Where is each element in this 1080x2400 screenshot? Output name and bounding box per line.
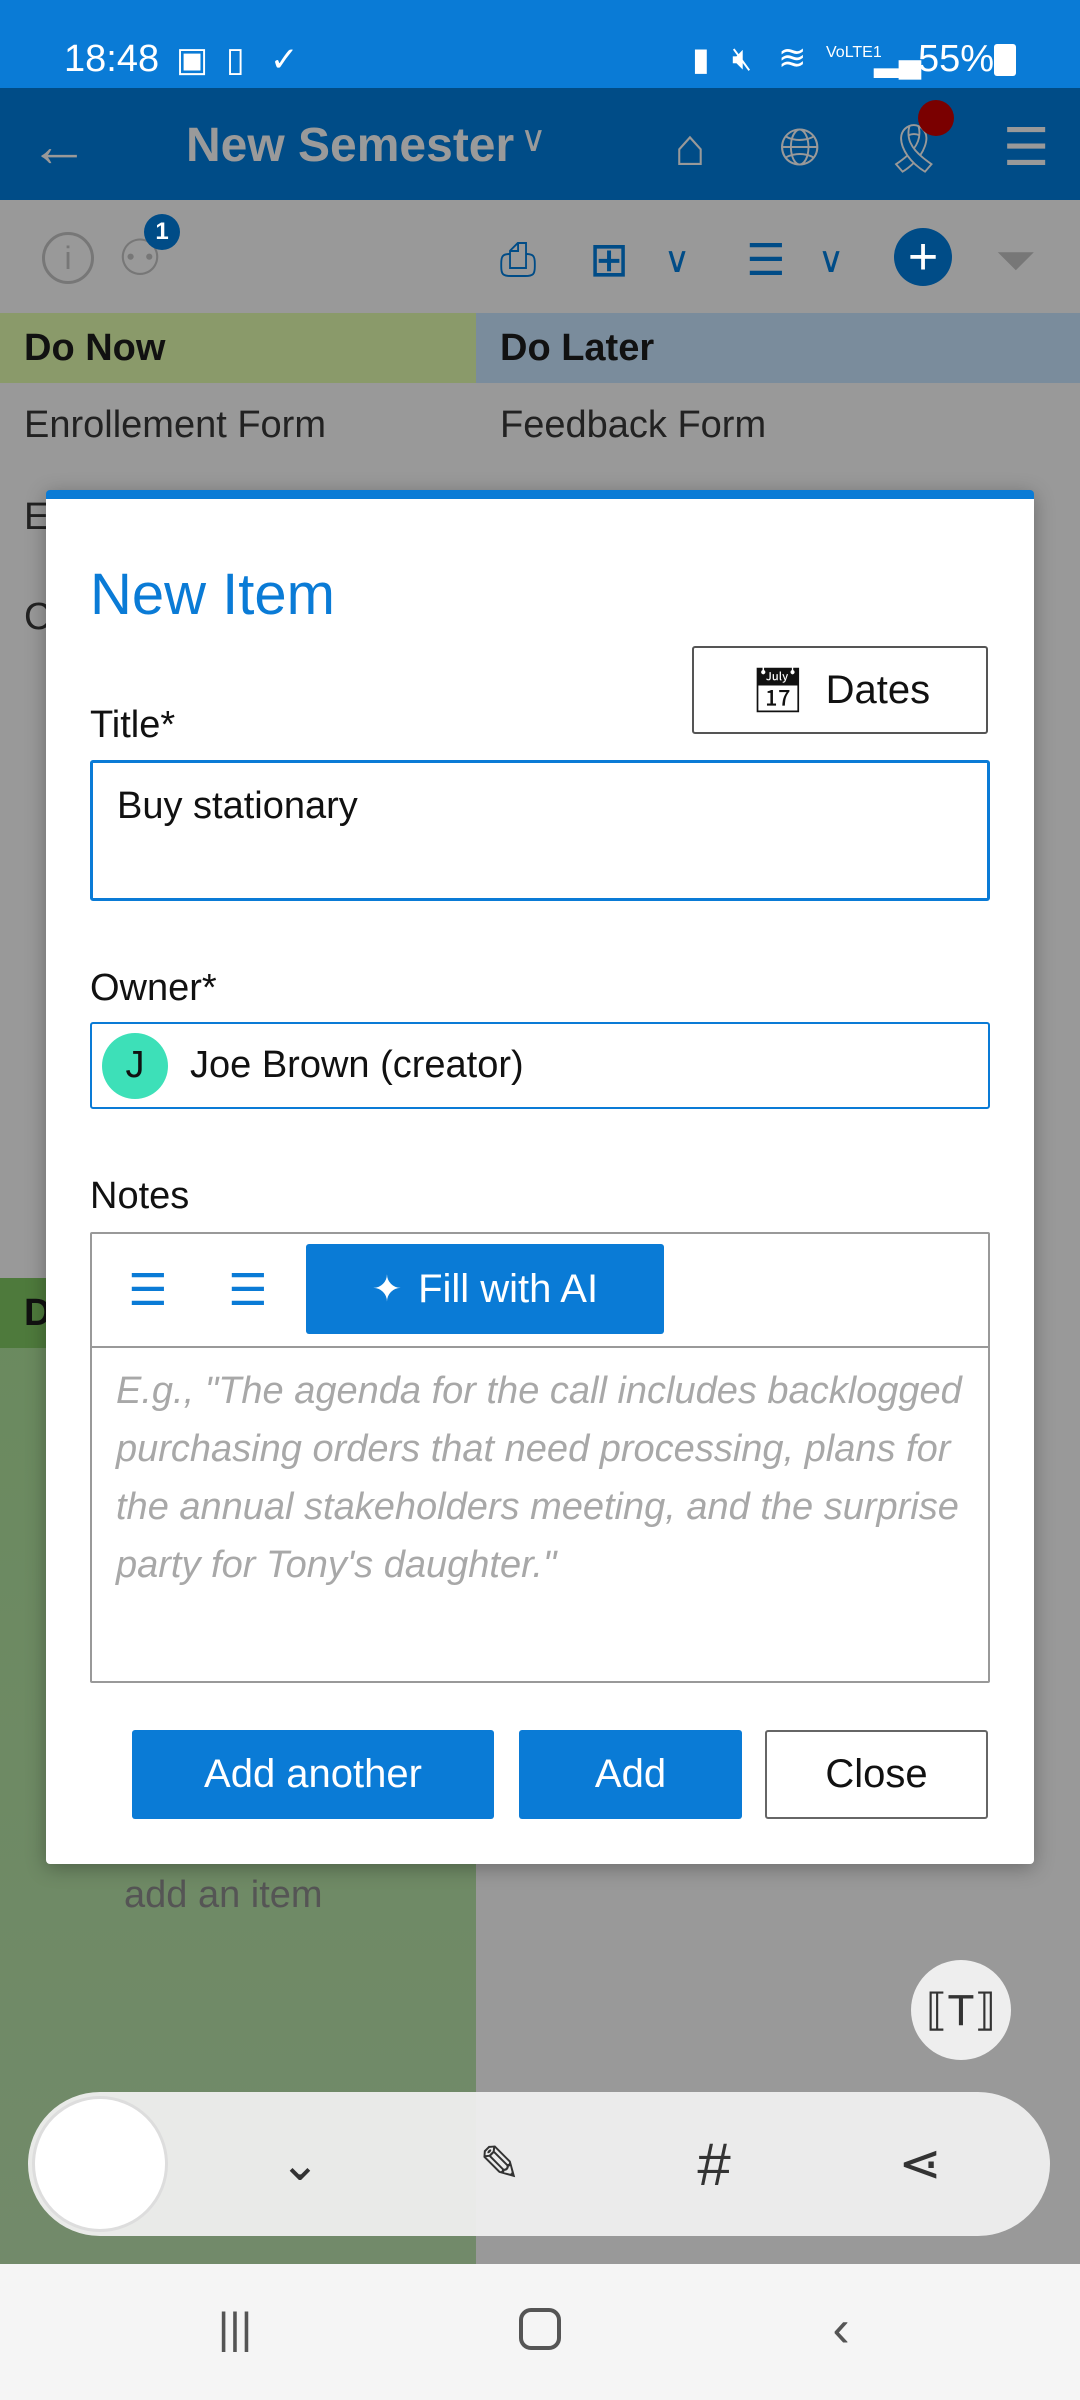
recent-apps-icon[interactable]: ||| — [200, 2294, 270, 2364]
menu-icon[interactable]: ☰ — [996, 118, 1056, 178]
back-icon[interactable]: ‹ — [806, 2294, 876, 2364]
text-extract-icon[interactable]: ⟦T⟧ — [911, 1960, 1011, 2060]
column-header: Do Now — [0, 313, 476, 383]
chevron-down-icon[interactable]: ∨ — [806, 230, 856, 290]
avatar: J — [102, 1032, 168, 1099]
battery-percent: 55% — [918, 38, 995, 80]
new-item-dialog: New Item 📅︎ Dates Title* Buy stationary … — [46, 490, 1034, 1864]
notes-editor: ☰ ☰ ✦ Fill with AI E.g., "The agenda for… — [90, 1232, 990, 1683]
home-icon[interactable]: ⌂ — [660, 118, 720, 178]
chevron-down-icon: ∨ — [520, 118, 547, 159]
user-count-badge: 1 — [144, 214, 180, 250]
back-arrow-icon[interactable]: ← — [24, 110, 94, 180]
owner-label: Owner* — [90, 967, 217, 1009]
notes-label: Notes — [90, 1175, 190, 1217]
globe-user-icon[interactable]: 🌐︎ — [770, 118, 830, 178]
print-icon[interactable]: ⎙ — [488, 230, 548, 290]
title-label: Title* — [90, 704, 176, 746]
notification-dot — [918, 100, 954, 136]
phone-lock-icon: ▯ — [226, 41, 245, 79]
project-selector[interactable]: New Semester ∨ — [186, 118, 547, 173]
notes-toolbar: ☰ ☰ ✦ Fill with AI — [92, 1234, 988, 1348]
screenshot-toolbar: ⌄ ✎ # ⋖ — [28, 2092, 1050, 2236]
dates-button[interactable]: 📅︎ Dates — [692, 646, 988, 734]
wifi-icon: ≋ — [778, 39, 807, 77]
filter-icon[interactable]: ⏷ — [986, 230, 1046, 290]
battery-saver-icon: ▮ — [692, 41, 710, 77]
grid-view-icon[interactable]: ⊞ — [584, 230, 634, 290]
hashtag-icon[interactable]: # — [678, 2128, 750, 2200]
project-title: New Semester — [186, 119, 515, 172]
add-button[interactable]: Add — [519, 1730, 742, 1819]
status-time: 18:48 — [64, 38, 160, 80]
signal-icon: ▂▄ — [874, 41, 922, 77]
notes-input[interactable]: E.g., "The agenda for the call includes … — [116, 1362, 966, 1594]
gallery-icon: ▣ — [176, 41, 209, 79]
column-header: Do Later — [476, 313, 1080, 383]
status-bar: 18:48 ▣ ▯ ✓ ▮ 🔇︎ ≋ VoLTE1 ▂▄ 55% — [0, 0, 1080, 88]
owner-value: Joe Brown (creator) — [190, 1044, 524, 1086]
dates-label: Dates — [825, 667, 931, 712]
list-item[interactable]: Enrollement Form — [0, 383, 476, 467]
fill-with-ai-label: Fill with AI — [418, 1266, 599, 1311]
checklist-icon[interactable]: ☰ — [218, 1260, 278, 1320]
calendar-icon: 📅︎ — [749, 666, 806, 715]
board-toolbar: i ⚇ 1 ⎙ ⊞ ∨ ☰ ∨ + ⏷ — [0, 200, 1080, 313]
bullet-list-icon[interactable]: ☰ — [118, 1260, 178, 1320]
edit-crop-icon[interactable]: ✎ — [464, 2128, 536, 2200]
scroll-capture-icon[interactable]: ⌄ — [264, 2128, 336, 2200]
checklist-icon[interactable]: ☰ — [736, 230, 796, 290]
list-item[interactable]: Feedback Form — [476, 383, 1080, 467]
add-another-button[interactable]: Add another — [132, 1730, 494, 1819]
close-button[interactable]: Close — [765, 1730, 988, 1819]
dialog-title: New Item — [90, 562, 335, 627]
sparkle-icon: ✦ — [371, 1268, 403, 1309]
volte-label: VoLTE1 — [826, 44, 882, 61]
title-input[interactable]: Buy stationary — [90, 760, 990, 901]
info-icon[interactable]: i — [42, 232, 94, 284]
add-icon[interactable]: + — [894, 228, 952, 286]
fill-with-ai-button[interactable]: ✦ Fill with AI — [306, 1244, 664, 1334]
share-icon[interactable]: ⋖ — [884, 2128, 956, 2200]
mute-icon: 🔇︎ — [732, 40, 753, 76]
home-button-icon[interactable] — [510, 2294, 570, 2364]
owner-field[interactable]: J Joe Brown (creator) — [90, 1022, 990, 1109]
check-icon: ✓ — [270, 41, 299, 79]
app-bar: ← New Semester ∨ ⌂ 🌐︎ 🎗︎ ☰ — [0, 88, 1080, 200]
add-item-link[interactable]: add an item — [124, 1874, 323, 1917]
chevron-down-icon[interactable]: ∨ — [652, 230, 702, 290]
screenshot-thumbnail[interactable] — [32, 2096, 168, 2232]
battery-icon — [994, 44, 1016, 76]
system-nav-bar: ||| ‹ — [0, 2264, 1080, 2400]
